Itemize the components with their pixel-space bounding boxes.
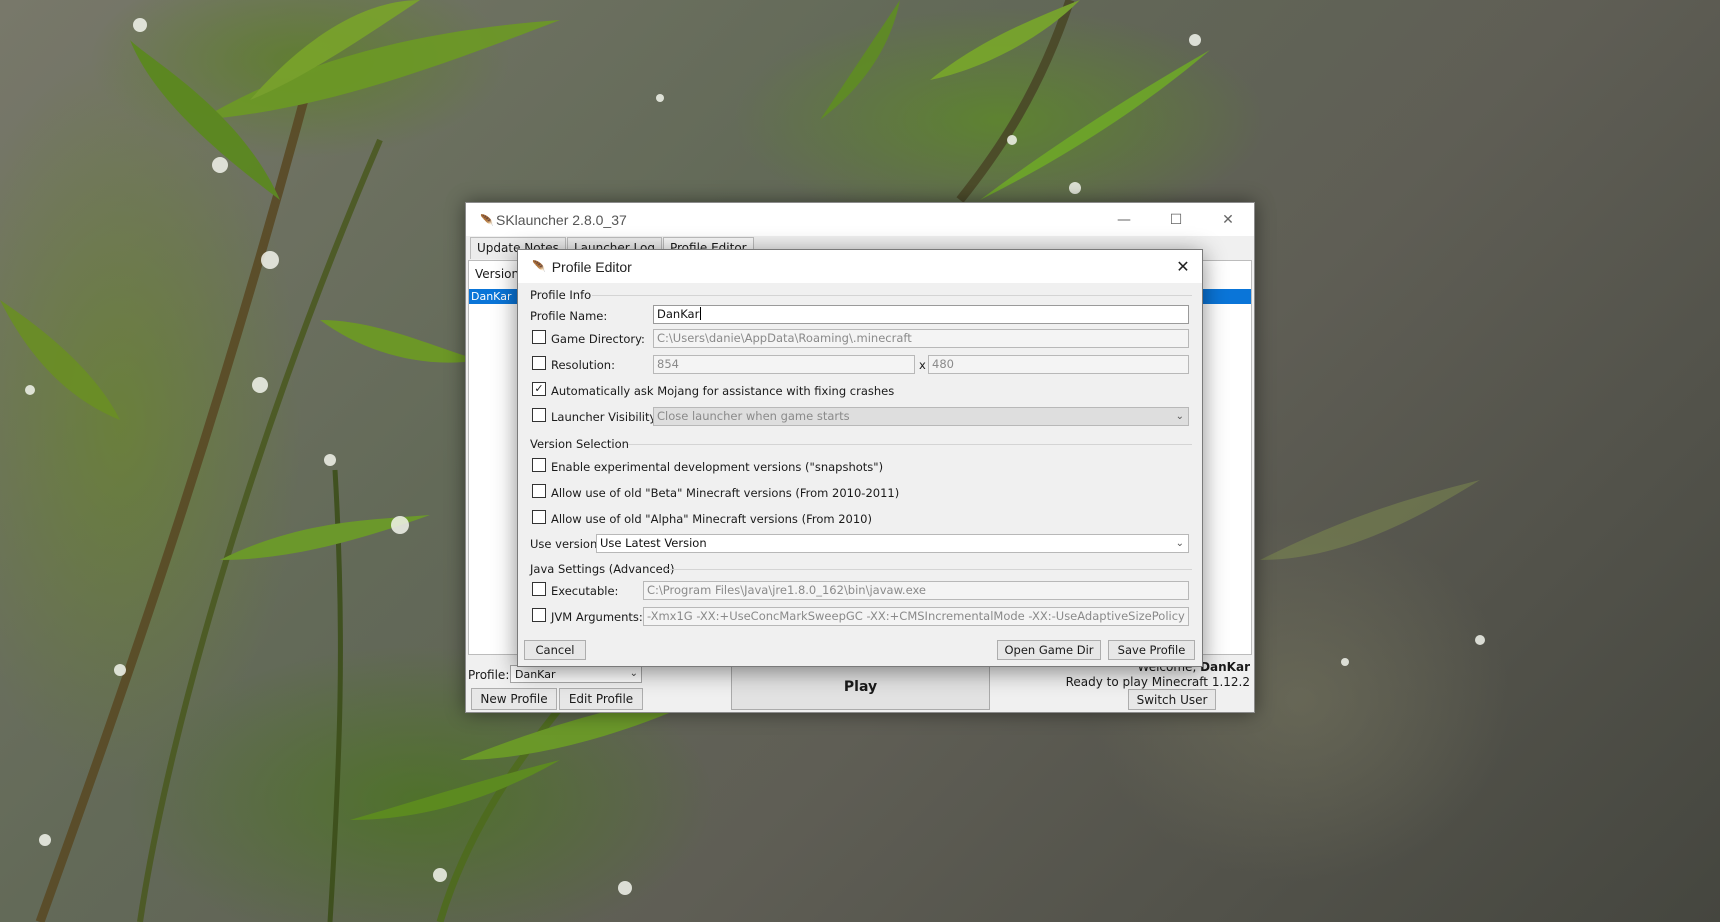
- new-profile-button[interactable]: New Profile: [471, 688, 557, 710]
- use-version-select[interactable]: Use Latest Version ⌄: [596, 534, 1189, 553]
- app-icon: 🪶: [532, 260, 546, 273]
- profile-name-input[interactable]: DanKar: [653, 305, 1189, 324]
- save-profile-button[interactable]: Save Profile: [1108, 640, 1195, 660]
- launcher-visibility-checkbox[interactable]: [532, 408, 546, 422]
- dialog-title: Profile Editor: [551, 258, 632, 275]
- game-directory-checkbox[interactable]: [532, 330, 546, 344]
- resolution-height-input[interactable]: 480: [928, 355, 1189, 374]
- profile-select-value: DanKar: [515, 668, 556, 681]
- close-icon[interactable]: ✕: [1164, 250, 1202, 283]
- launcher-visibility-label: Launcher Visibility:: [551, 410, 660, 424]
- minimize-icon[interactable]: —: [1098, 203, 1150, 236]
- resolution-width-input[interactable]: 854: [653, 355, 915, 374]
- launcher-titlebar[interactable]: 🪶 SKlauncher 2.8.0_37 — ☐ ✕: [466, 203, 1254, 236]
- resolution-label: Resolution:: [551, 358, 615, 372]
- resolution-x-label: x: [919, 358, 926, 372]
- beta-versions-checkbox[interactable]: [532, 484, 546, 498]
- ready-text: Ready to play Minecraft 1.12.2: [1065, 675, 1250, 689]
- edit-profile-button[interactable]: Edit Profile: [559, 688, 643, 710]
- alpha-versions-label: Allow use of old "Alpha" Minecraft versi…: [551, 512, 872, 526]
- chevron-down-icon: ⌄: [1175, 411, 1184, 422]
- use-version-label: Use version:: [530, 537, 602, 551]
- app-icon: 🪶: [480, 213, 494, 227]
- jvm-arguments-label: JVM Arguments:: [551, 610, 643, 624]
- section-divider: [628, 444, 1192, 445]
- maximize-icon[interactable]: ☐: [1150, 203, 1202, 236]
- launcher-visibility-select[interactable]: Close launcher when game starts ⌄: [653, 407, 1189, 426]
- executable-input[interactable]: C:\Program Files\Java\jre1.8.0_162\bin\j…: [643, 581, 1189, 600]
- executable-label: Executable:: [551, 584, 619, 598]
- profile-name-label: Profile Name:: [530, 309, 608, 323]
- resolution-checkbox[interactable]: [532, 356, 546, 370]
- auto-ask-mojang-label: Automatically ask Mojang for assistance …: [551, 384, 895, 398]
- alpha-versions-checkbox[interactable]: [532, 510, 546, 524]
- profile-label: Profile:: [468, 668, 510, 682]
- jvm-arguments-checkbox[interactable]: [532, 608, 546, 622]
- check-icon: ✓: [534, 382, 544, 395]
- launcher-visibility-value: Close launcher when game starts: [657, 409, 850, 423]
- window-controls: — ☐ ✕: [1098, 203, 1254, 236]
- game-directory-input[interactable]: C:\Users\danie\AppData\Roaming\.minecraf…: [653, 329, 1189, 348]
- text-caret: [700, 307, 702, 320]
- dialog-titlebar[interactable]: 🪶 Profile Editor ✕: [518, 250, 1202, 283]
- snapshots-checkbox[interactable]: [532, 458, 546, 472]
- auto-ask-mojang-checkbox[interactable]: ✓: [532, 382, 546, 396]
- welcome-user: DanKar: [1200, 660, 1250, 674]
- profile-select[interactable]: DanKar ⌄: [510, 665, 642, 683]
- launcher-title: SKlauncher 2.8.0_37: [496, 211, 627, 228]
- game-directory-label: Game Directory:: [551, 332, 645, 346]
- open-game-dir-button[interactable]: Open Game Dir: [997, 640, 1101, 660]
- profile-name-value: DanKar: [657, 307, 700, 321]
- chevron-down-icon: ⌄: [1175, 538, 1184, 549]
- executable-checkbox[interactable]: [532, 582, 546, 596]
- section-profile-info: Profile Info: [530, 288, 592, 302]
- cancel-button[interactable]: Cancel: [524, 640, 586, 660]
- close-icon[interactable]: ✕: [1202, 203, 1254, 236]
- chevron-down-icon: ⌄: [629, 668, 638, 679]
- switch-user-button[interactable]: Switch User: [1128, 689, 1216, 710]
- jvm-arguments-input[interactable]: -Xmx1G -XX:+UseConcMarkSweepGC -XX:+CMSI…: [643, 607, 1189, 626]
- profile-editor-dialog: 🪶 Profile Editor ✕ Profile Info Profile …: [517, 249, 1203, 667]
- snapshots-label: Enable experimental development versions…: [551, 460, 884, 474]
- play-button[interactable]: Play: [731, 664, 990, 710]
- section-java-settings: Java Settings (Advanced): [530, 562, 675, 576]
- beta-versions-label: Allow use of old "Beta" Minecraft versio…: [551, 486, 900, 500]
- use-version-value: Use Latest Version: [600, 536, 707, 550]
- section-divider: [666, 569, 1192, 570]
- section-divider: [592, 295, 1192, 296]
- section-version-selection: Version Selection: [530, 437, 629, 451]
